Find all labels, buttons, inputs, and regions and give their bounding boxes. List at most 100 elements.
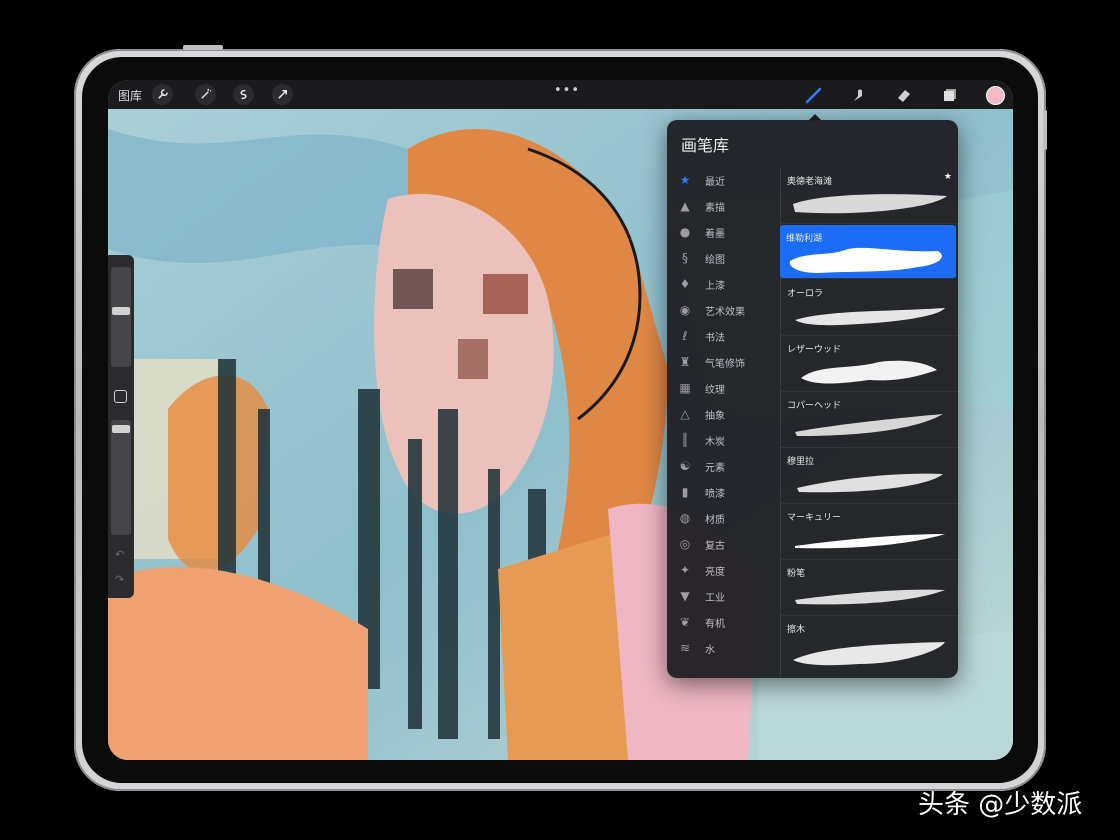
anvil-icon: ▼: [680, 589, 690, 603]
category-label: 书法: [705, 333, 725, 344]
airbrush-icon: ♜: [679, 355, 691, 369]
yin-yang-icon: ☯: [679, 459, 691, 473]
redo-icon[interactable]: ↷: [115, 573, 124, 586]
category-artistic[interactable]: ◉ 艺术效果: [667, 298, 780, 322]
more-menu[interactable]: •••: [554, 83, 580, 98]
category-airbrushing[interactable]: ♜ 气笔修饰: [667, 350, 780, 374]
brush-item[interactable]: コパーヘッド: [781, 392, 958, 448]
brush-preview: [795, 589, 945, 605]
category-label: 工业: [705, 593, 725, 604]
power-button: [1043, 110, 1047, 150]
material-icon: ◍: [679, 511, 691, 525]
category-recent[interactable]: ★ 最近: [667, 168, 780, 192]
triangle-icon: △: [680, 407, 690, 421]
opacity-thumb[interactable]: [112, 425, 130, 433]
category-label: 元素: [705, 463, 725, 474]
top-toolbar: 图库 •••: [108, 80, 1013, 109]
brush-item[interactable]: レザーウッド: [781, 336, 958, 392]
drawing-curve-icon: §: [682, 251, 688, 265]
retro-icon: ◎: [679, 537, 691, 551]
category-label: 有机: [705, 619, 725, 630]
brush-item[interactable]: 奥德老海滩 ★: [781, 168, 958, 224]
waves-icon: ≋: [679, 641, 691, 655]
modify-button[interactable]: [114, 390, 127, 403]
brush-item[interactable]: 擦木: [781, 616, 958, 672]
category-organic[interactable]: ❦ 有机: [667, 610, 780, 634]
category-vintage[interactable]: ◎ 复古: [667, 532, 780, 556]
favorite-star-icon[interactable]: ★: [944, 172, 952, 182]
brush-size-slider[interactable]: [111, 267, 131, 367]
category-painting[interactable]: ♦ 上漆: [667, 272, 780, 296]
brush-item[interactable]: 粉笔: [781, 560, 958, 616]
panel-title: 画笔库: [681, 136, 730, 155]
brush-icon[interactable]: [803, 84, 825, 106]
opacity-slider[interactable]: [111, 420, 131, 535]
category-label: 最近: [705, 177, 725, 188]
brush-preview: [795, 308, 945, 326]
category-elements[interactable]: ☯ 元素: [667, 454, 780, 478]
smudge-icon[interactable]: [848, 84, 870, 106]
category-textures[interactable]: ▦ 纹理: [667, 376, 780, 400]
color-picker[interactable]: [986, 86, 1005, 105]
sparkle-icon: ✦: [679, 563, 691, 577]
texture-icon: ▦: [679, 381, 691, 395]
brush-preview: [793, 642, 945, 666]
eraser-icon[interactable]: [893, 84, 915, 106]
category-sketching[interactable]: ▲ 素描: [667, 194, 780, 218]
category-luminance[interactable]: ✦ 亮度: [667, 558, 780, 582]
brush-preview: [797, 473, 943, 493]
brush-preview: [801, 360, 937, 384]
brush-preview: [795, 534, 945, 549]
watermark: 头条 @少数派: [918, 790, 1083, 820]
volume-button: [183, 45, 223, 50]
category-label: 上漆: [705, 281, 725, 292]
paint-brush-icon: ♦: [679, 277, 691, 291]
category-inking[interactable]: ● 着墨: [667, 220, 780, 244]
selection-icon[interactable]: [233, 84, 254, 105]
wrench-icon[interactable]: [152, 84, 173, 105]
category-label: 纹理: [705, 385, 725, 396]
category-label: 抽象: [705, 411, 725, 422]
category-label: 着墨: [705, 229, 725, 240]
layers-icon[interactable]: [939, 84, 961, 106]
category-label: 喷漆: [705, 489, 725, 500]
category-label: 复古: [705, 541, 725, 552]
brush-item-selected[interactable]: 维勒利湖: [780, 225, 956, 279]
spray-can-icon: ▮: [681, 485, 689, 499]
category-charcoals[interactable]: ║ 木炭: [667, 428, 780, 452]
procreate-screen: 图库 ••• ↶ ↷ 画笔库 ★ 最近 ▲ 素描 ● 着墨 § 绘图 ♦ 上漆 …: [108, 80, 1013, 760]
brush-preview: [795, 414, 943, 436]
left-sidebar: ↶ ↷: [108, 255, 134, 598]
brush-item[interactable]: オーロラ: [781, 280, 958, 336]
magic-wand-icon[interactable]: [195, 84, 216, 105]
brush-item[interactable]: 穆里拉: [781, 448, 958, 504]
palette-icon: ◉: [679, 303, 691, 317]
category-label: 气笔修饰: [705, 359, 745, 370]
brush-item[interactable]: マーキュリー: [781, 504, 958, 560]
brush-list: 奥德老海滩 ★ 维勒利湖 オーロラ レザーウッド コパーヘッド 穆里拉 マーキュ…: [780, 168, 958, 678]
transform-arrow-icon[interactable]: [272, 84, 293, 105]
brush-category-list: ★ 最近 ▲ 素描 ● 着墨 § 绘图 ♦ 上漆 ◉ 艺术效果 ℓ 书法 ♜ 气…: [667, 168, 780, 678]
category-label: 木炭: [705, 437, 725, 448]
brush-size-thumb[interactable]: [112, 307, 130, 315]
category-label: 绘图: [705, 255, 725, 266]
gallery-button[interactable]: 图库: [118, 87, 142, 104]
category-label: 素描: [705, 203, 725, 214]
undo-icon[interactable]: ↶: [115, 548, 124, 561]
brush-preview: [789, 247, 942, 273]
category-touchups[interactable]: ◍ 材质: [667, 506, 780, 530]
category-industrial[interactable]: ▼ 工业: [667, 584, 780, 608]
category-spraypaints[interactable]: ▮ 喷漆: [667, 480, 780, 504]
category-label: 水: [705, 645, 715, 656]
brush-preview: [793, 194, 947, 214]
star-icon: ★: [679, 173, 691, 187]
ink-drop-icon: ●: [679, 225, 691, 239]
calligraphy-icon: ℓ: [682, 329, 688, 343]
category-label: 亮度: [705, 567, 725, 578]
category-water[interactable]: ≋ 水: [667, 636, 780, 660]
category-calligraphy[interactable]: ℓ 书法: [667, 324, 780, 348]
category-label: 艺术效果: [705, 307, 745, 318]
category-drawing[interactable]: § 绘图: [667, 246, 780, 270]
category-abstract[interactable]: △ 抽象: [667, 402, 780, 426]
leaf-icon: ❦: [679, 615, 691, 629]
